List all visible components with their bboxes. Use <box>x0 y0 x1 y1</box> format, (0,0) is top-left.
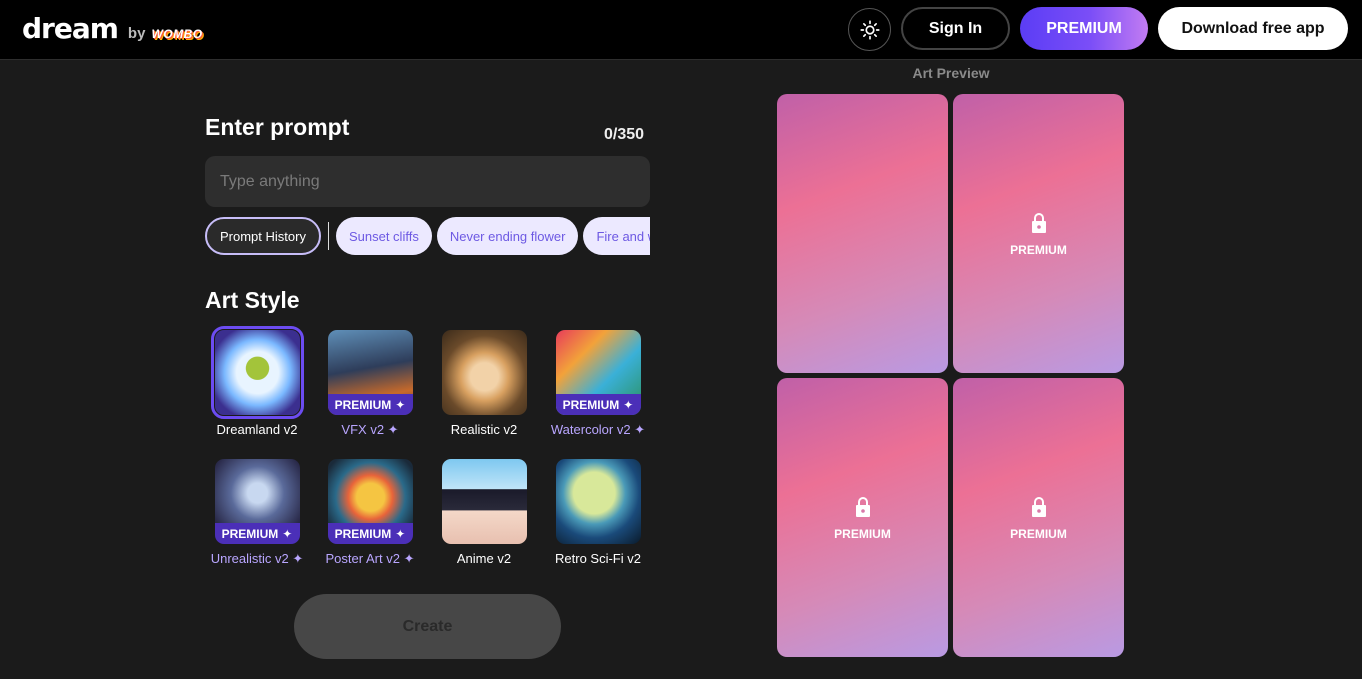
premium-tag-text: PREMIUM <box>562 397 620 412</box>
download-app-button[interactable]: Download free app <box>1158 7 1348 50</box>
style-thumbnail <box>210 326 304 419</box>
character-counter: 0/350 <box>604 126 645 143</box>
preview-premium-label: PREMIUM <box>1010 242 1067 257</box>
premium-tag: PREMIUM ✦ <box>327 394 413 415</box>
style-card-unrealistic[interactable]: PREMIUM ✦ Unrealistic v2 ✦ <box>202 459 312 567</box>
premium-tag-text: PREMIUM <box>221 526 279 541</box>
style-label-text: Poster Art v2 <box>325 551 400 566</box>
sun-icon <box>859 19 880 40</box>
wombo-logo: WOMBO <box>151 27 203 41</box>
style-label: VFX v2 ✦ <box>315 422 425 438</box>
style-label: Retro Sci-Fi v2 <box>555 551 641 566</box>
style-label-text: Unrealistic v2 <box>210 551 289 566</box>
style-label-text: VFX v2 <box>341 422 385 437</box>
preview-card-locked[interactable]: PREMIUM <box>953 378 1124 657</box>
preview-card[interactable] <box>777 94 948 373</box>
art-preview-heading: Art Preview <box>912 65 990 81</box>
premium-tag-text: PREMIUM <box>334 526 392 541</box>
style-card-watercolor[interactable]: PREMIUM ✦ Watercolor v2 ✦ <box>543 330 653 438</box>
style-label: Poster Art v2 ✦ <box>315 551 425 567</box>
premium-tag: PREMIUM ✦ <box>327 523 413 544</box>
prompt-suggestions: Prompt History Sunset cliffs Never endin… <box>205 217 650 255</box>
style-label: Anime v2 <box>456 551 512 566</box>
style-label: Realistic v2 <box>450 422 518 437</box>
sparkle-icon: ✦ <box>282 526 293 541</box>
premium-tag-text: PREMIUM <box>334 397 392 412</box>
prompt-input[interactable] <box>205 156 650 207</box>
sparkle-icon: ✦ <box>387 422 399 437</box>
divider <box>327 222 329 250</box>
prompt-history-button[interactable]: Prompt History <box>205 217 321 255</box>
preview-card-locked[interactable]: PREMIUM <box>777 378 948 657</box>
style-label: Unrealistic v2 ✦ <box>202 551 312 567</box>
style-card-anime[interactable]: Anime v2 <box>429 459 539 566</box>
lock-icon <box>1031 212 1046 233</box>
style-card-dreamland[interactable]: Dreamland v2 <box>202 326 312 437</box>
sparkle-icon: ✦ <box>634 422 646 437</box>
style-thumbnail: PREMIUM ✦ <box>555 330 641 415</box>
sparkle-icon: ✦ <box>623 397 634 412</box>
suggestion-chip[interactable]: Sunset cliffs <box>335 217 432 255</box>
style-card-realistic[interactable]: Realistic v2 <box>429 330 539 437</box>
style-thumbnail <box>555 459 641 544</box>
theme-toggle-button[interactable] <box>848 8 891 51</box>
sparkle-icon: ✦ <box>395 526 406 541</box>
prompt-heading: Enter prompt <box>205 114 350 140</box>
premium-tag: PREMIUM ✦ <box>214 523 300 544</box>
preview-premium-label: PREMIUM <box>834 526 891 541</box>
dream-logo[interactable]: dream by WOMBO <box>22 12 203 45</box>
style-thumbnail: PREMIUM ✦ <box>327 330 413 415</box>
art-style-heading: Art Style <box>205 287 300 313</box>
logo-text: dream <box>22 12 119 45</box>
preview-card-locked[interactable]: PREMIUM <box>953 94 1124 373</box>
sparkle-icon: ✦ <box>395 397 406 412</box>
style-label-text: Watercolor v2 <box>550 422 631 437</box>
style-thumbnail: PREMIUM ✦ <box>214 459 300 544</box>
style-thumbnail <box>441 330 527 415</box>
style-label: Watercolor v2 ✦ <box>543 422 653 438</box>
suggestion-chip[interactable]: Never ending flower <box>436 217 579 255</box>
style-card-retro-scifi[interactable]: Retro Sci-Fi v2 <box>543 459 653 566</box>
lock-icon <box>855 496 870 517</box>
logo-by-text: by <box>127 25 146 42</box>
sparkle-icon: ✦ <box>403 551 415 566</box>
style-thumbnail <box>441 459 527 544</box>
style-label: Dreamland v2 <box>216 422 298 437</box>
create-button[interactable]: Create <box>294 594 561 659</box>
style-card-vfx[interactable]: PREMIUM ✦ VFX v2 ✦ <box>315 330 425 438</box>
style-thumbnail: PREMIUM ✦ <box>327 459 413 544</box>
preview-premium-label: PREMIUM <box>1010 526 1067 541</box>
top-navbar: dream by WOMBO Sign In PREMIUM Download … <box>0 0 1362 60</box>
premium-button[interactable]: PREMIUM <box>1020 7 1148 50</box>
premium-tag: PREMIUM ✦ <box>555 394 641 415</box>
style-card-poster-art[interactable]: PREMIUM ✦ Poster Art v2 ✦ <box>315 459 425 567</box>
sparkle-icon: ✦ <box>292 551 304 566</box>
sign-in-button[interactable]: Sign In <box>901 7 1010 50</box>
suggestion-chip[interactable]: Fire and water <box>583 217 650 255</box>
lock-icon <box>1031 496 1046 517</box>
